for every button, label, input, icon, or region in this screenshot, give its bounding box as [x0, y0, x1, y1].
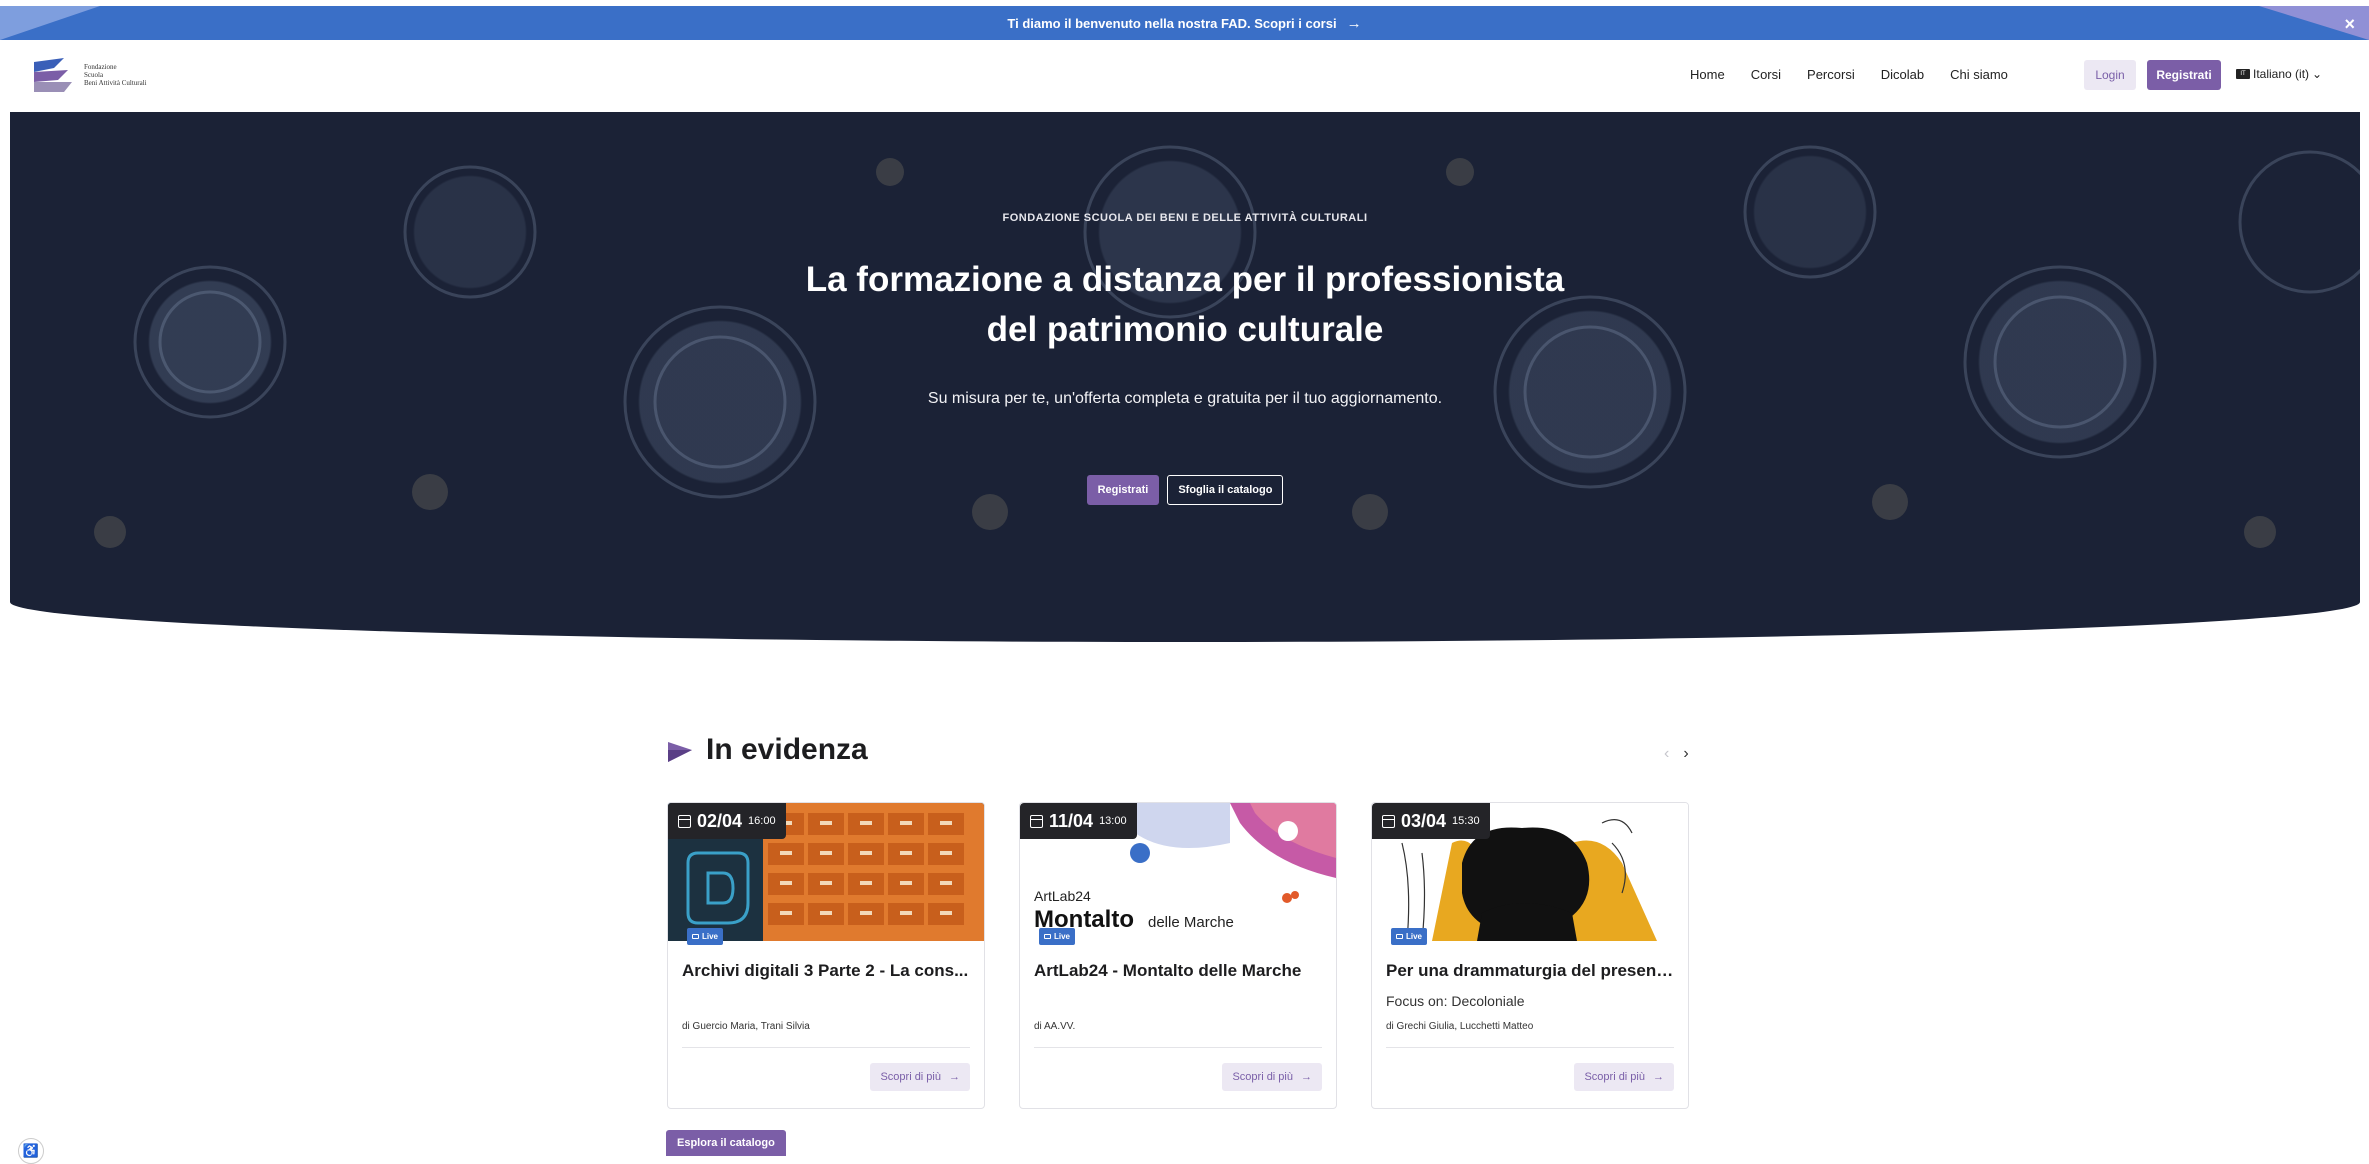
main-nav: Home Corsi Percorsi Dicolab Chi siamo — [1690, 67, 2008, 82]
explore-catalog-button[interactable]: Esplora il catalogo — [666, 1130, 786, 1156]
nav-corsi[interactable]: Corsi — [1751, 67, 1781, 82]
arrow-right-icon: → — [1346, 14, 1362, 32]
course-authors: di Guercio Maria, Trani Silvia — [682, 1021, 810, 1032]
arrow-right-icon: → — [949, 1071, 960, 1083]
chevron-down-icon: ⌄ — [2312, 67, 2323, 81]
accessibility-icon[interactable]: ♿ — [18, 1138, 44, 1164]
register-button[interactable]: Registrati — [2147, 60, 2221, 90]
calendar-icon — [678, 814, 691, 828]
discover-more-button[interactable]: Scopri di più → — [870, 1063, 970, 1091]
course-title[interactable]: Per una drammaturgia del present... — [1386, 961, 1676, 981]
video-icon — [692, 934, 699, 939]
course-authors: di AA.VV. — [1034, 1021, 1076, 1032]
hero-banner: FONDAZIONE SCUOLA DEI BENI E DELLE ATTIV… — [10, 112, 2360, 642]
announcement-link[interactable]: Ti diamo il benvenuto nella nostra FAD. … — [1007, 15, 1361, 32]
event-date: 11/04 13:00 — [1020, 803, 1137, 839]
calendar-icon — [1382, 814, 1395, 828]
section-flag-icon — [668, 742, 692, 762]
arrow-right-icon: → — [1301, 1071, 1312, 1083]
nav-home[interactable]: Home — [1690, 67, 1725, 82]
course-card[interactable]: 03/04 15:30 Live Per una drammaturgia de… — [1371, 802, 1689, 1109]
course-title[interactable]: ArtLab24 - Montalto delle Marche — [1034, 961, 1324, 981]
mosaic-pattern — [94, 145, 2360, 548]
course-card[interactable]: ArtLab24 Montalto delle Marche 11/04 13:… — [1019, 802, 1337, 1109]
event-date: 02/04 16:00 — [668, 803, 786, 839]
hero-eyebrow: FONDAZIONE SCUOLA DEI BENI E DELLE ATTIV… — [1002, 212, 1368, 224]
calendar-icon — [1030, 814, 1043, 828]
poster-line1: ArtLab24 — [1034, 888, 1091, 904]
card-divider — [1034, 1047, 1322, 1048]
site-logo[interactable]: Fondazione Scuola Beni Attività Cultural… — [34, 58, 147, 92]
language-label: Italiano (it) — [2253, 67, 2310, 81]
nav-dicolab[interactable]: Dicolab — [1881, 67, 1924, 82]
video-icon — [1044, 934, 1051, 939]
decor-triangle-left — [0, 6, 100, 40]
card-divider — [682, 1047, 970, 1048]
hero-subtitle: Su misura per te, un'offerta completa e … — [927, 390, 1443, 407]
browse-catalog-button[interactable]: Sfoglia il catalogo — [1167, 475, 1284, 505]
hero-cta-group: Registrati Sfoglia il catalogo — [10, 475, 2360, 505]
course-authors: di Grechi Giulia, Lucchetti Matteo — [1386, 1021, 1534, 1032]
arrow-right-icon: → — [1653, 1071, 1664, 1083]
event-date: 03/04 15:30 — [1372, 803, 1490, 839]
hero-register-button[interactable]: Registrati — [1086, 475, 1160, 505]
flag-icon: IT — [2236, 69, 2250, 79]
poster-line3: delle Marche — [1148, 914, 1234, 931]
section-title: In evidenza — [666, 733, 868, 767]
carousel-nav: ‹ › — [1664, 745, 1689, 763]
login-button[interactable]: Login — [2084, 60, 2136, 90]
nav-chi-siamo[interactable]: Chi siamo — [1950, 67, 2008, 82]
live-badge: Live — [1039, 928, 1076, 945]
course-title[interactable]: Archivi digitali 3 Parte 2 - La cons... — [682, 961, 972, 981]
site-header: Fondazione Scuola Beni Attività Cultural… — [0, 40, 2369, 112]
discover-more-button[interactable]: Scopri di più → — [1574, 1063, 1674, 1091]
logo-text: Fondazione Scuola Beni Attività Cultural… — [84, 63, 147, 87]
hero-title: La formazione a distanza per il professi… — [805, 260, 1565, 349]
language-selector[interactable]: IT Italiano (it) ⌄ — [2236, 67, 2322, 81]
close-icon[interactable]: × — [2344, 14, 2355, 35]
logo-mark-icon — [34, 58, 72, 92]
announcement-text: Ti diamo il benvenuto nella nostra FAD. … — [1007, 15, 1337, 31]
card-divider — [1386, 1047, 1674, 1048]
announcement-bar: Ti diamo il benvenuto nella nostra FAD. … — [0, 6, 2369, 40]
discover-more-button[interactable]: Scopri di più → — [1222, 1063, 1322, 1091]
course-focus: Focus on: Decoloniale — [1386, 993, 1525, 1009]
course-card[interactable]: 02/04 16:00 Live Archivi digitali 3 Part… — [667, 802, 985, 1109]
live-badge: Live — [1391, 928, 1428, 945]
chevron-right-icon[interactable]: › — [1683, 745, 1688, 763]
nav-percorsi[interactable]: Percorsi — [1807, 67, 1855, 82]
live-badge: Live — [687, 928, 724, 945]
chevron-left-icon[interactable]: ‹ — [1664, 745, 1669, 763]
video-icon — [1396, 934, 1403, 939]
